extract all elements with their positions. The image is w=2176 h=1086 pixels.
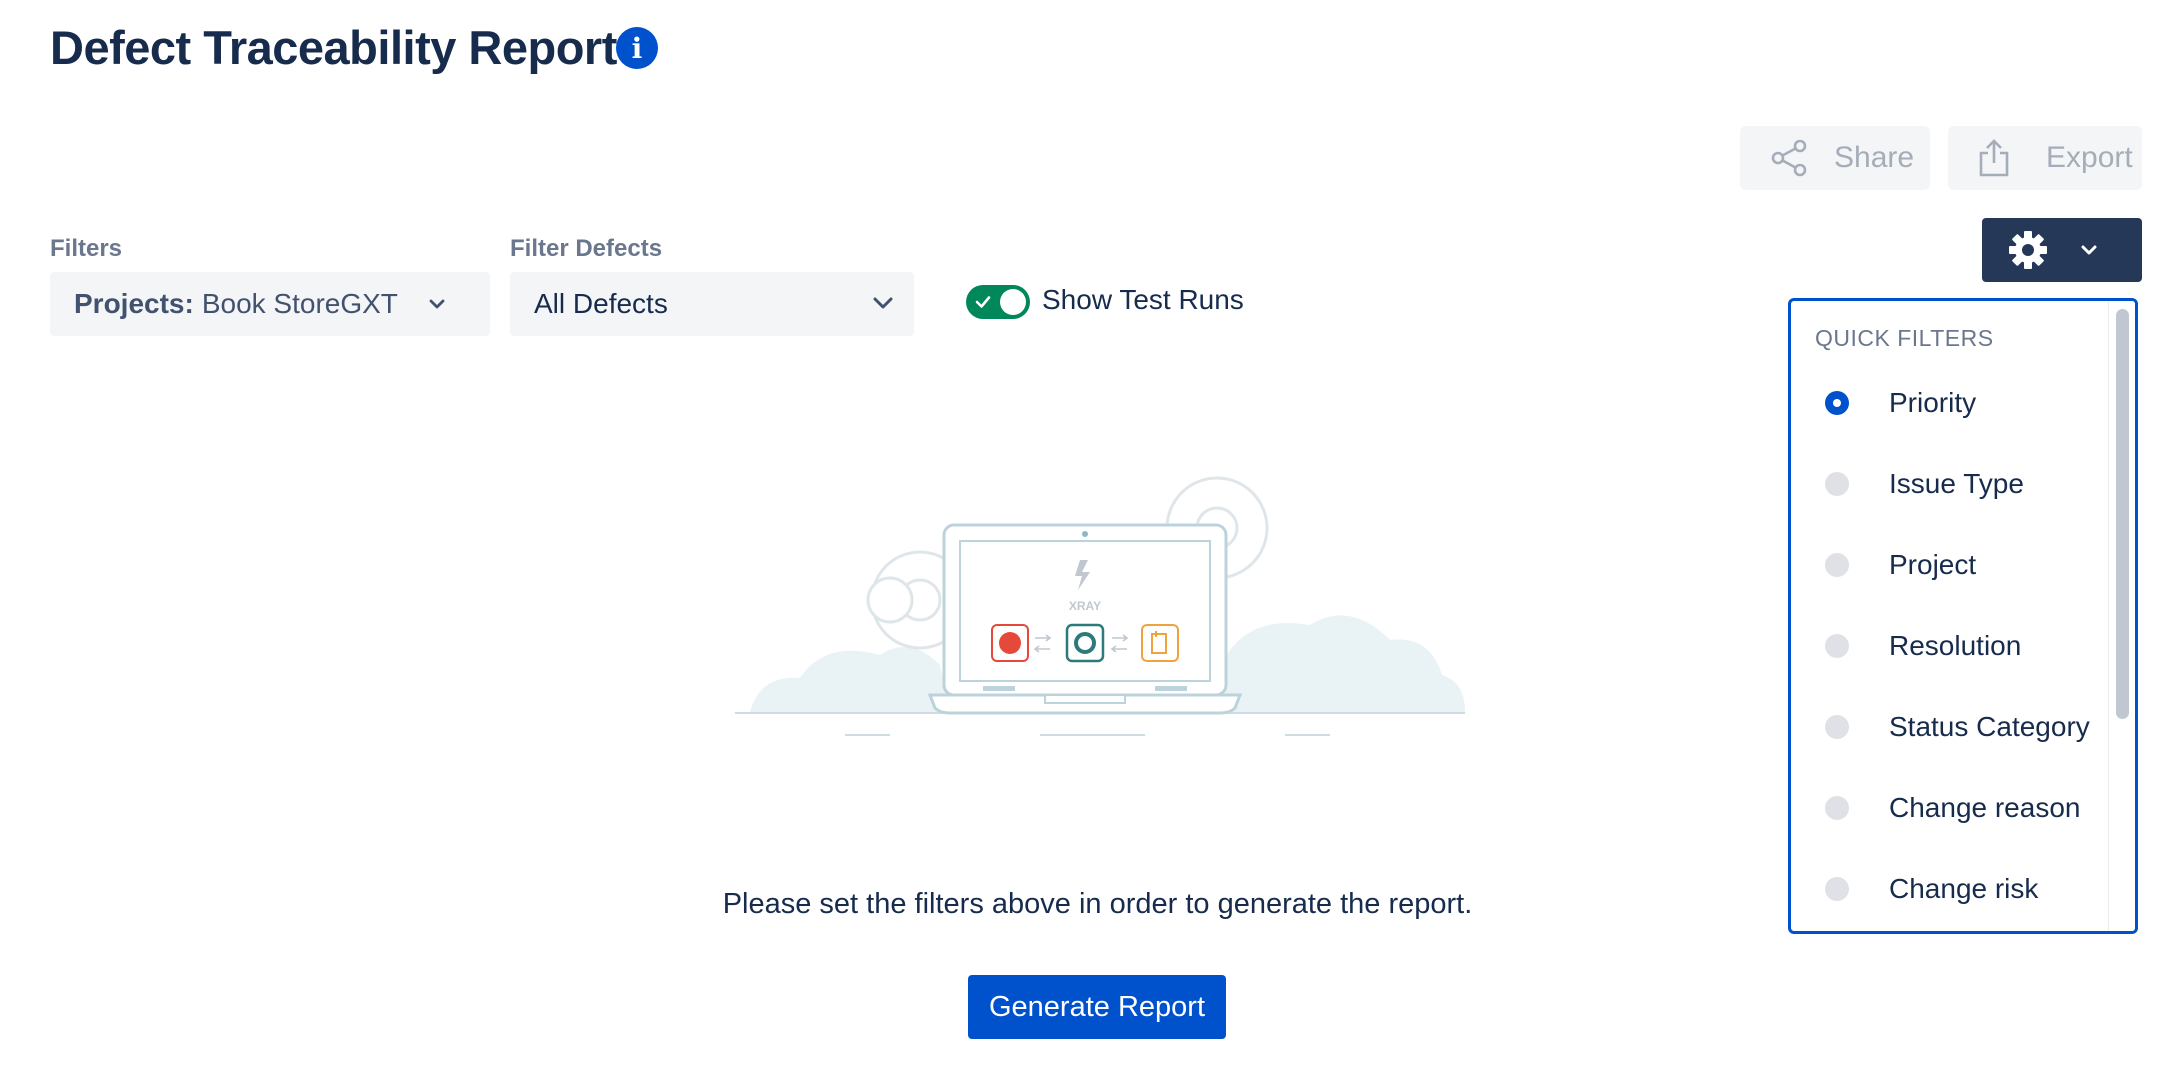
share-icon — [1771, 139, 1807, 177]
radio[interactable] — [1825, 715, 1849, 739]
filters-label: Filters — [50, 235, 123, 262]
radio[interactable] — [1825, 472, 1849, 496]
share-button[interactable]: Share — [1740, 126, 1930, 190]
quick-filter-resolution[interactable]: Resolution — [1825, 624, 2021, 668]
filter-defects-label: Filter Defects — [510, 235, 663, 262]
quick-filter-change-risk[interactable]: Change risk — [1825, 867, 2038, 911]
scrollbar-thumb[interactable] — [2116, 309, 2129, 719]
projects-key: Projects: — [74, 288, 194, 319]
page-title: Defect Traceability Report — [50, 21, 617, 74]
quick-filter-label: Project — [1889, 549, 1977, 580]
quick-filter-label: Issue Type — [1889, 468, 2024, 499]
quick-filter-change-reason[interactable]: Change reason — [1825, 786, 2080, 830]
filter-defects-select[interactable]: All Defects — [510, 272, 914, 336]
quick-filter-label: Change reason — [1889, 792, 2081, 823]
quick-filter-status-category[interactable]: Status Category — [1825, 705, 2090, 749]
export-icon — [1979, 139, 2009, 177]
gear-icon — [2009, 231, 2047, 269]
quick-filter-label: Change risk — [1889, 873, 2039, 904]
quick-filters-dropdown: QUICK FILTERS Priority Issue Type Projec… — [1788, 298, 2138, 934]
filter-defects-value: All Defects — [534, 288, 668, 319]
show-test-runs-label: Show Test Runs — [1042, 284, 1244, 315]
export-label: Export — [2046, 141, 2133, 174]
check-icon — [975, 296, 991, 308]
show-test-runs-toggle[interactable] — [966, 285, 1030, 319]
quick-filter-label: Resolution — [1889, 630, 2022, 661]
chevron-down-icon — [2081, 245, 2097, 255]
projects-value: Book StoreGXT — [201, 288, 398, 319]
chevron-down-icon — [873, 297, 893, 309]
export-button[interactable]: Export — [1948, 126, 2142, 190]
quick-filter-label: Status Category — [1889, 711, 2090, 742]
generate-report-button[interactable]: Generate Report — [968, 975, 1226, 1039]
xray-empty-state-illustration: XRAY — [735, 476, 1465, 736]
chevron-down-icon — [429, 299, 445, 309]
scrollbar-track[interactable] — [2108, 301, 2135, 931]
projects-filter-select[interactable]: Projects: Book StoreGXT — [50, 272, 490, 336]
info-icon[interactable]: i — [616, 27, 658, 69]
quick-filters-header: QUICK FILTERS — [1815, 325, 1994, 351]
radio[interactable] — [1825, 877, 1849, 901]
quick-filter-issue-type[interactable]: Issue Type — [1825, 462, 2024, 506]
radio-selected[interactable] — [1825, 391, 1849, 415]
quick-filter-priority[interactable]: Priority — [1825, 381, 1976, 425]
quick-filter-label: Priority — [1889, 387, 1977, 418]
quick-filter-project[interactable]: Project — [1825, 543, 1976, 587]
radio[interactable] — [1825, 553, 1849, 577]
share-label: Share — [1834, 141, 1915, 174]
toggle-knob — [1000, 289, 1026, 315]
settings-dropdown-button[interactable] — [1982, 218, 2142, 282]
radio[interactable] — [1825, 796, 1849, 820]
xray-logo-text: XRAY — [1069, 599, 1101, 613]
radio[interactable] — [1825, 634, 1849, 658]
